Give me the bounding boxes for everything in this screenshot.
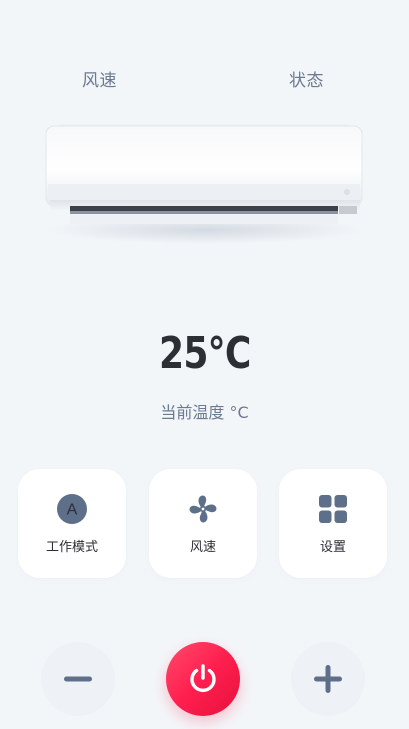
fan-speed-card[interactable]: 风速 — [149, 469, 257, 578]
temperature-caption: 当前温度 °C — [160, 403, 249, 422]
power-button[interactable] — [166, 642, 240, 716]
temperature-value: 25°C — [158, 328, 251, 379]
top-labels: 风速 状态 — [0, 66, 409, 91]
work-mode-label: 工作模式 — [45, 540, 98, 555]
grid-icon — [317, 493, 349, 525]
temperature-up-button[interactable] — [291, 642, 365, 716]
status-header-label[interactable]: 状态 — [289, 66, 324, 91]
temperature-display: 25°C — [0, 328, 409, 379]
work-mode-card[interactable]: A 工作模式 — [18, 469, 126, 578]
minus-icon — [64, 676, 92, 682]
mode-a-icon: A — [56, 493, 88, 525]
settings-label: 设置 — [319, 540, 346, 555]
fan-speed-label: 风速 — [189, 540, 216, 555]
mode-a-badge: A — [67, 502, 78, 519]
settings-card[interactable]: 设置 — [279, 469, 387, 578]
temperature-down-button[interactable] — [41, 642, 115, 716]
air-conditioner-image — [40, 118, 370, 248]
wind-speed-header-label[interactable]: 风速 — [82, 66, 117, 91]
power-icon — [190, 664, 216, 693]
fan-icon — [187, 493, 219, 525]
plus-icon — [314, 665, 342, 693]
